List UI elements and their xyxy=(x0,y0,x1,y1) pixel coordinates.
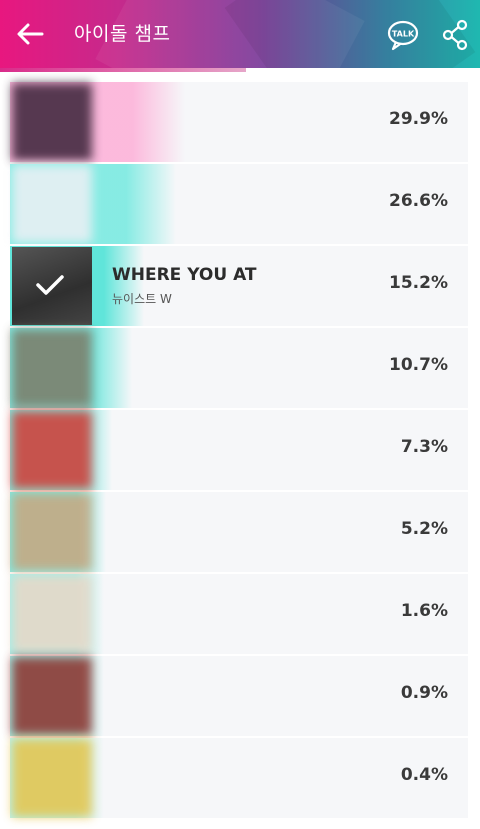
ranking-row[interactable]: WHERE YOU AT 뉴이스트 W 15.2% xyxy=(10,246,468,326)
vote-percentage: 26.6% xyxy=(389,191,448,211)
ranking-row[interactable]: 0.4% xyxy=(10,738,468,818)
album-cover xyxy=(12,493,92,571)
ranking-row[interactable]: 5.2% xyxy=(10,492,468,572)
album-cover xyxy=(12,165,92,243)
ranking-row[interactable]: 0.9% xyxy=(10,656,468,736)
share-button[interactable] xyxy=(440,19,470,51)
top-bar: 아이돌 챔프 TALK xyxy=(0,0,480,68)
page-title: 아이돌 챔프 xyxy=(74,23,171,45)
share-icon xyxy=(442,19,468,51)
vote-percentage: 7.3% xyxy=(400,437,448,457)
album-cover xyxy=(12,411,92,489)
vote-percentage: 15.2% xyxy=(389,273,448,293)
artist-name: 뉴이스트 W xyxy=(112,292,172,306)
vote-percentage: 0.9% xyxy=(400,683,448,703)
kakaotalk-share-button[interactable]: TALK xyxy=(386,19,420,51)
vote-percentage: 29.9% xyxy=(389,109,448,129)
vote-percentage: 1.6% xyxy=(400,601,448,621)
album-cover xyxy=(12,83,92,161)
ranking-row[interactable]: 7.3% xyxy=(10,410,468,490)
vote-percentage: 5.2% xyxy=(400,519,448,539)
vote-percentage: 10.7% xyxy=(389,355,448,375)
ranking-row[interactable]: 29.9% xyxy=(10,82,468,162)
back-arrow-icon xyxy=(17,23,44,45)
album-cover xyxy=(12,657,92,735)
talk-label: TALK xyxy=(392,30,415,39)
back-button[interactable] xyxy=(14,18,46,50)
album-cover xyxy=(12,575,92,653)
checkmark-icon xyxy=(36,275,64,295)
ranking-row[interactable]: 26.6% xyxy=(10,164,468,244)
ranking-row[interactable]: 10.7% xyxy=(10,328,468,408)
ranking-row[interactable]: 1.6% xyxy=(10,574,468,654)
album-cover xyxy=(12,329,92,407)
header-progress-indicator xyxy=(0,68,246,72)
album-cover xyxy=(12,739,92,817)
vote-percentage: 0.4% xyxy=(400,765,448,785)
header-background-facet xyxy=(224,0,476,68)
song-title: WHERE YOU AT xyxy=(112,265,257,285)
talk-bubble-icon: TALK xyxy=(387,20,419,51)
